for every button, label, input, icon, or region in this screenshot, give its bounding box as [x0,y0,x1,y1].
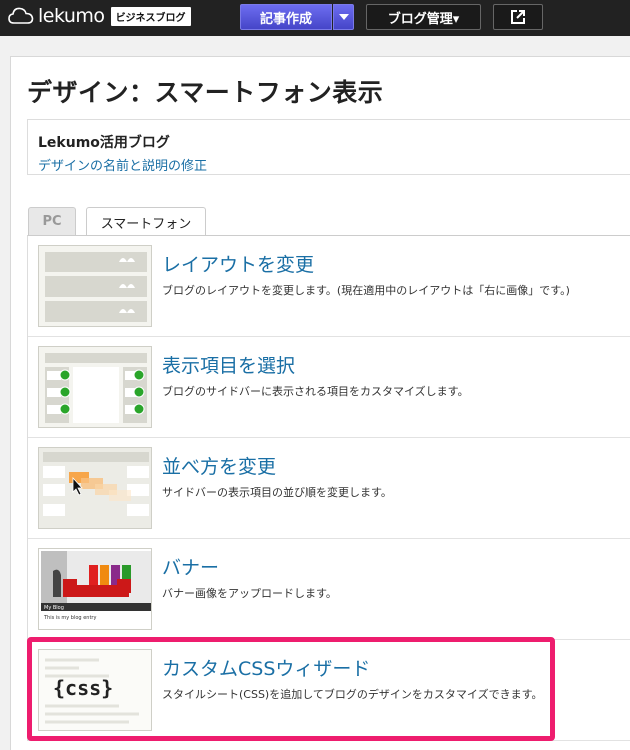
view-site-button[interactable] [493,4,543,30]
compose-button-group: 記事作成 [240,4,354,30]
select-items-thumbnail[interactable] [38,346,152,428]
banner-caption: My Blog [44,605,64,611]
blog-name: Lekumo活用ブログ [38,135,170,151]
reorder-thumbnail[interactable] [38,447,152,529]
top-bar: lekumo ビジネスブログ 記事作成 ブログ管理▾ [0,0,630,36]
edit-design-name-link[interactable]: デザインの名前と説明の修正 [38,155,207,174]
brand-name: lekumo [38,5,105,27]
brand-badge: ビジネスブログ [110,6,191,26]
logo[interactable]: lekumo ビジネスブログ [8,5,191,27]
custom-css-highlight [27,637,555,741]
blog-info-box: Lekumo活用ブログ デザインの名前と説明の修正 [27,119,630,175]
list-item-select-items: 表示項目を選択 ブログのサイドバーに表示される項目をカスタマイズします。 [28,337,630,438]
external-link-icon [511,10,525,24]
change-layout-link[interactable]: レイアウトを変更 [162,250,314,277]
tab-pc[interactable]: PC [28,207,76,235]
list-item-banner: My Blog This is my blog entry バナー バナー画像を… [28,539,630,640]
banner-description: バナー画像をアップロードします。 [162,587,337,600]
change-layout-description: ブログのレイアウトを変更します。(現在適用中のレイアウトは「右に画像」です。) [162,284,570,297]
banner-subcaption: This is my blog entry [43,615,96,621]
caret-down-icon [338,14,349,20]
banner-thumbnail[interactable]: My Blog This is my blog entry [38,548,152,630]
reorder-description: サイドバーの表示項目の並び順を変更します。 [162,486,392,499]
tab-smartphone[interactable]: スマートフォン [86,207,206,236]
cloud-logo-icon [8,7,34,24]
banner-link[interactable]: バナー [162,553,219,580]
reorder-link[interactable]: 並べ方を変更 [162,452,276,479]
compose-button[interactable]: 記事作成 [240,4,332,30]
select-items-link[interactable]: 表示項目を選択 [162,351,295,378]
page-title: デザイン：スマートフォン表示 [27,78,384,107]
layout-thumbnail[interactable] [38,245,152,327]
list-item-layout: レイアウトを変更 ブログのレイアウトを変更します。(現在適用中のレイアウトは「右… [28,236,630,337]
select-items-description: ブログのサイドバーに表示される項目をカスタマイズします。 [162,385,469,398]
blog-manage-button[interactable]: ブログ管理▾ [366,4,481,30]
compose-dropdown-button[interactable] [333,4,354,30]
list-item-reorder: 並べ方を変更 サイドバーの表示項目の並び順を変更します。 [28,438,630,539]
